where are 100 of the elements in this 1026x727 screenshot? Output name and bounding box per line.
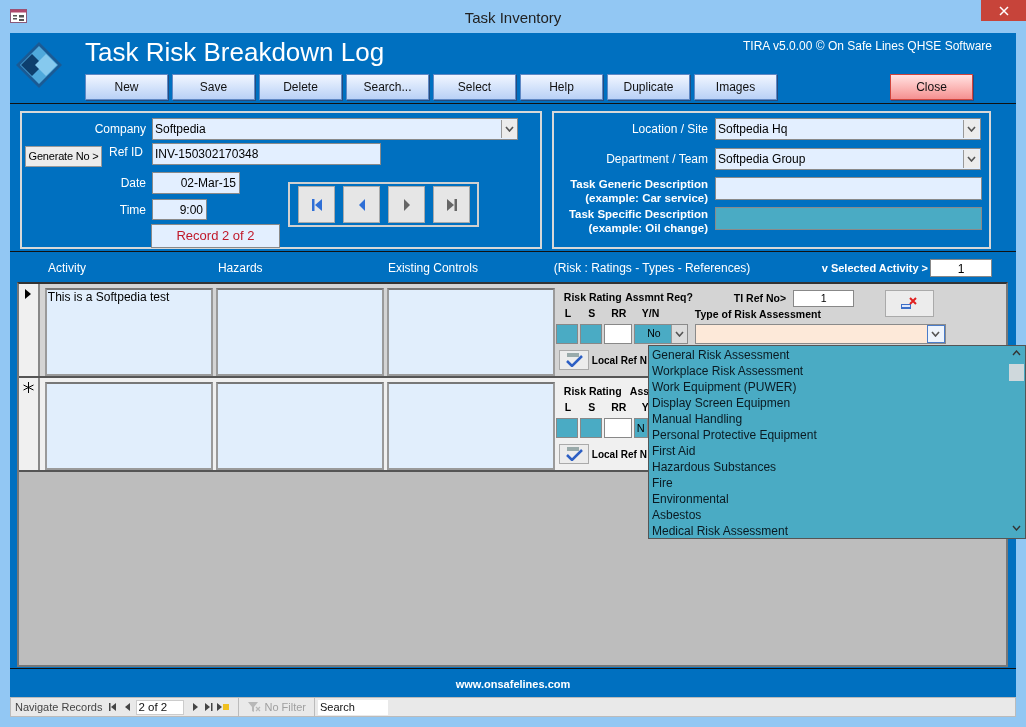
next-record-button[interactable]: [388, 186, 425, 223]
list-option[interactable]: Work Equipment (PUWER): [649, 379, 1008, 395]
first-record-button[interactable]: [298, 186, 335, 223]
list-option[interactable]: First Aid: [649, 443, 1008, 459]
close-icon[interactable]: [998, 5, 1009, 16]
assessment-required-dropdown[interactable]: N: [633, 418, 648, 438]
field-hint: (example: Oil change): [588, 221, 708, 235]
list-option[interactable]: Asbestos: [649, 507, 1008, 523]
hazards-field[interactable]: [215, 288, 384, 376]
caret-icon[interactable]: [963, 120, 979, 138]
field-label: Y: [641, 400, 649, 416]
controls-field[interactable]: [386, 288, 555, 376]
assessment-required-dropdown[interactable]: No: [633, 324, 688, 344]
header-button[interactable]: New: [85, 74, 168, 100]
header-button[interactable]: Help: [520, 74, 603, 100]
field-label: Task Specific Description: [568, 207, 708, 221]
spell-check-icon[interactable]: [563, 353, 584, 367]
severity-field[interactable]: [579, 418, 602, 438]
date-field[interactable]: 02-Mar-15: [152, 172, 240, 194]
company-dropdown[interactable]: Softpedia: [152, 118, 518, 140]
caret-icon[interactable]: [963, 150, 979, 168]
previous-record-icon[interactable]: [124, 703, 130, 711]
list-option[interactable]: Personal Protective Equipment: [649, 427, 1008, 443]
field-label: L: [563, 306, 573, 322]
list-option[interactable]: Manual Handling: [649, 411, 1008, 427]
navigation-label: Navigate Records: [15, 699, 103, 715]
field-label: Company: [93, 121, 146, 138]
department-dropdown[interactable]: Softpedia Group: [715, 148, 981, 170]
generate-button[interactable]: Generate No >: [25, 146, 102, 167]
search-field[interactable]: Search: [318, 699, 388, 715]
spell-check-button[interactable]: [558, 444, 589, 464]
window-title: Task Inventory: [463, 8, 563, 28]
previous-record-icon[interactable]: [357, 197, 366, 212]
spell-check-icon[interactable]: [563, 447, 584, 461]
previous-record-button[interactable]: [343, 186, 380, 223]
field-label: Time: [118, 201, 146, 219]
scroll-down-icon[interactable]: [1012, 525, 1021, 533]
caret-icon[interactable]: [501, 120, 517, 138]
record-number-field[interactable]: 2 of 2: [136, 699, 185, 715]
field-label: RR: [610, 400, 628, 416]
caret-icon[interactable]: [670, 325, 687, 343]
last-record-icon[interactable]: [445, 197, 458, 212]
record-status: Record 2 of 2: [151, 224, 280, 248]
list-option[interactable]: Display Screen Equipmen: [649, 395, 1008, 411]
next-record-icon[interactable]: [192, 703, 198, 711]
app-icon: [10, 8, 27, 23]
delete-row-button[interactable]: [884, 290, 934, 317]
field-label: RR: [610, 306, 628, 322]
field-label: Task Generic Description: [570, 177, 708, 191]
last-record-button[interactable]: [433, 186, 470, 223]
column-header: Activity: [48, 260, 87, 277]
field-label: Risk Rating: [563, 384, 623, 400]
field-label: S: [587, 400, 597, 416]
list-option[interactable]: Workplace Risk Assessment: [649, 363, 1008, 379]
severity-field[interactable]: [579, 324, 602, 344]
risk-result-field[interactable]: [603, 418, 632, 438]
field-label: Ref ID: [109, 144, 144, 161]
ref-id-field[interactable]: INV-150302170348: [152, 143, 381, 165]
list-option[interactable]: Hazardous Substances: [649, 459, 1008, 475]
delete-icon[interactable]: [900, 296, 919, 311]
form-title: Task Risk Breakdown Log: [85, 37, 385, 67]
list-option[interactable]: Environmental: [649, 491, 1008, 507]
header-button[interactable]: Close: [890, 74, 973, 100]
ti-ref-field[interactable]: 1: [793, 290, 855, 307]
description-field[interactable]: [715, 177, 982, 200]
header-button[interactable]: Delete: [259, 74, 342, 100]
header-button[interactable]: Select: [433, 74, 516, 100]
first-record-icon[interactable]: [310, 197, 323, 212]
scroll-up-icon[interactable]: [1012, 350, 1021, 358]
close-button[interactable]: [981, 0, 1026, 21]
list-option[interactable]: Fire: [649, 475, 1008, 491]
field-label: v Selected Activity >: [821, 260, 928, 276]
list-option[interactable]: General Risk Assessment: [649, 347, 1008, 363]
caret-icon[interactable]: [926, 325, 945, 343]
scroll-thumb[interactable]: [1009, 364, 1024, 381]
spell-check-button[interactable]: [558, 350, 589, 370]
risk-type-dropdown[interactable]: [694, 324, 946, 344]
activity-field[interactable]: [44, 382, 213, 470]
selected-activity-field[interactable]: 1: [930, 259, 992, 277]
website-link[interactable]: www.onsafelines.com: [455, 675, 571, 692]
header-button[interactable]: Search...: [346, 74, 429, 100]
field-label: Y/N: [641, 306, 660, 322]
field-label: L: [563, 400, 573, 416]
field-label: Location / Site: [630, 121, 708, 138]
list-option[interactable]: Medical Risk Assessment: [649, 523, 1008, 539]
next-record-icon[interactable]: [402, 197, 411, 212]
time-field[interactable]: 9:00: [152, 199, 207, 220]
risk-result-field[interactable]: [603, 324, 632, 344]
likelihood-field[interactable]: [555, 324, 578, 344]
description-field[interactable]: [715, 207, 982, 230]
likelihood-field[interactable]: [555, 418, 578, 438]
header-button[interactable]: Save: [172, 74, 255, 100]
field-label: Assmnt Req?: [625, 290, 693, 306]
header-button[interactable]: Duplicate: [607, 74, 690, 100]
header-button[interactable]: Images: [694, 74, 777, 100]
location-dropdown[interactable]: Softpedia Hq: [715, 118, 981, 140]
column-header: (Risk : Ratings - Types - References): [553, 260, 752, 277]
controls-field[interactable]: [386, 382, 555, 470]
activity-field[interactable]: This is a Softpedia test: [44, 288, 213, 376]
hazards-field[interactable]: [215, 382, 384, 470]
